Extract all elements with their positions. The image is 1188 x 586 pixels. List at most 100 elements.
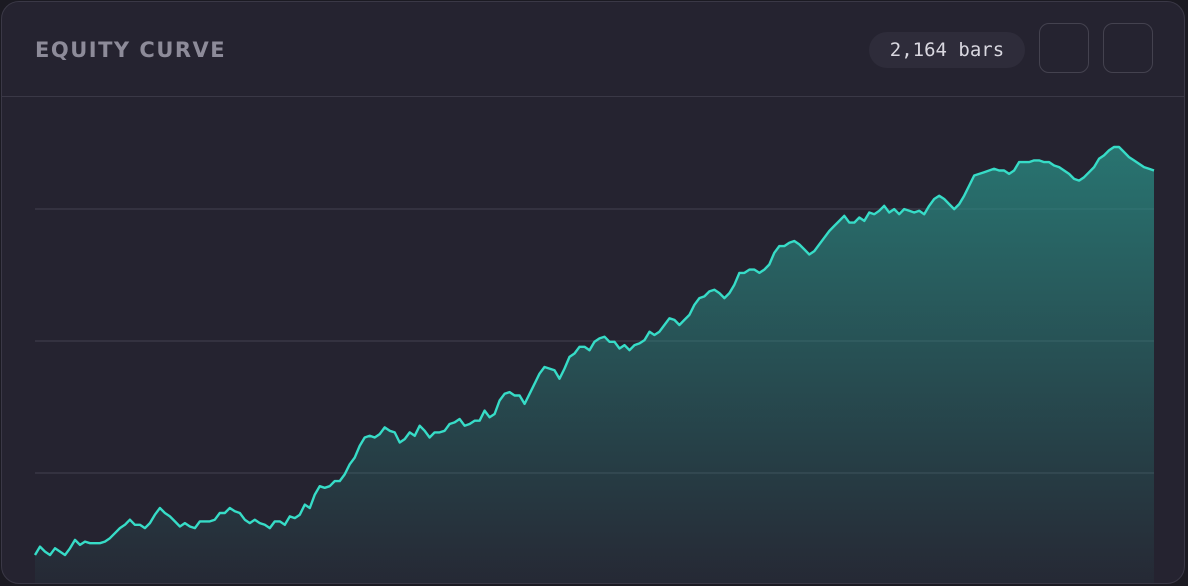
equity-point	[554, 369, 556, 371]
equity-point	[504, 393, 506, 395]
equity-point	[653, 334, 655, 336]
equity-point	[174, 520, 176, 522]
equity-point	[274, 520, 276, 522]
equity-point	[339, 480, 341, 482]
equity-point	[199, 520, 201, 522]
equity-point	[738, 272, 740, 274]
equity-point	[763, 269, 765, 271]
equity-point	[414, 435, 416, 437]
equity-point	[149, 522, 151, 524]
bar-count-badge: 2,164 bars	[869, 32, 1025, 68]
equity-point	[524, 403, 526, 405]
equity-point	[728, 292, 730, 294]
equity-point	[279, 520, 281, 522]
equity-point	[164, 512, 166, 514]
equity-point	[59, 551, 61, 553]
equity-point	[549, 368, 551, 370]
equity-point	[848, 222, 850, 224]
equity-point	[474, 420, 476, 422]
equity-point	[219, 512, 221, 514]
equity-point	[604, 336, 606, 338]
equity-point	[793, 240, 795, 242]
equity-point	[1153, 170, 1155, 172]
equity-point	[589, 349, 591, 351]
equity-point	[359, 445, 361, 447]
equity-point	[544, 366, 546, 368]
equity-point	[878, 210, 880, 212]
equity-point	[134, 524, 136, 526]
equity-point	[983, 171, 985, 173]
equity-point	[1073, 178, 1075, 180]
equity-point	[534, 383, 536, 385]
equity-point	[953, 208, 955, 210]
equity-point	[519, 395, 521, 397]
equity-point	[1113, 146, 1115, 148]
equity-point	[324, 487, 326, 489]
equity-point	[998, 170, 1000, 172]
equity-point	[933, 198, 935, 200]
equity-point	[1118, 146, 1120, 148]
equity-point	[509, 391, 511, 393]
equity-point	[379, 433, 381, 435]
equity-point	[254, 519, 256, 521]
equity-point	[748, 269, 750, 271]
equity-point	[698, 297, 700, 299]
equity-point	[843, 215, 845, 217]
equity-point	[658, 331, 660, 333]
header-button-2[interactable]	[1103, 23, 1153, 73]
equity-point	[344, 473, 346, 475]
equity-area-fill	[35, 147, 1154, 583]
equity-point	[1138, 163, 1140, 165]
equity-point	[1083, 176, 1085, 178]
equity-point	[224, 512, 226, 514]
equity-point	[399, 442, 401, 444]
equity-point	[94, 542, 96, 544]
equity-point	[978, 173, 980, 175]
equity-point	[639, 342, 641, 344]
equity-point	[104, 541, 106, 543]
equity-point	[484, 410, 486, 412]
equity-point	[1058, 166, 1060, 168]
chart-area	[2, 97, 1184, 583]
equity-point	[883, 205, 885, 207]
equity-point	[464, 425, 466, 427]
equity-point	[124, 524, 126, 526]
equity-point	[1038, 159, 1040, 161]
equity-point	[868, 212, 870, 214]
equity-point	[723, 297, 725, 299]
equity-point	[1128, 156, 1130, 158]
equity-point	[1133, 159, 1135, 161]
equity-point	[314, 494, 316, 496]
equity-point	[1003, 170, 1005, 172]
equity-point	[189, 526, 191, 528]
equity-point	[903, 208, 905, 210]
equity-point	[913, 212, 915, 214]
header-button-1[interactable]	[1039, 23, 1089, 73]
equity-point	[988, 170, 990, 172]
equity-point	[49, 554, 51, 556]
equity-point	[663, 324, 665, 326]
equity-point	[309, 507, 311, 509]
equity-point	[858, 217, 860, 219]
equity-point	[74, 539, 76, 541]
equity-point	[803, 248, 805, 250]
equity-point	[678, 324, 680, 326]
equity-point	[828, 230, 830, 232]
equity-point	[624, 344, 626, 346]
equity-point	[609, 341, 611, 343]
equity-point	[823, 237, 825, 239]
equity-point	[429, 437, 431, 439]
equity-point	[1088, 171, 1090, 173]
equity-point	[1033, 159, 1035, 161]
equity-point	[109, 537, 111, 539]
equity-point	[693, 304, 695, 306]
equity-point	[539, 373, 541, 375]
equity-point	[54, 547, 56, 549]
equity-point	[364, 437, 366, 439]
equity-point	[778, 245, 780, 247]
equity-point	[908, 210, 910, 212]
equity-point	[284, 524, 286, 526]
equity-point	[569, 356, 571, 358]
equity-point	[594, 341, 596, 343]
equity-point	[993, 168, 995, 170]
